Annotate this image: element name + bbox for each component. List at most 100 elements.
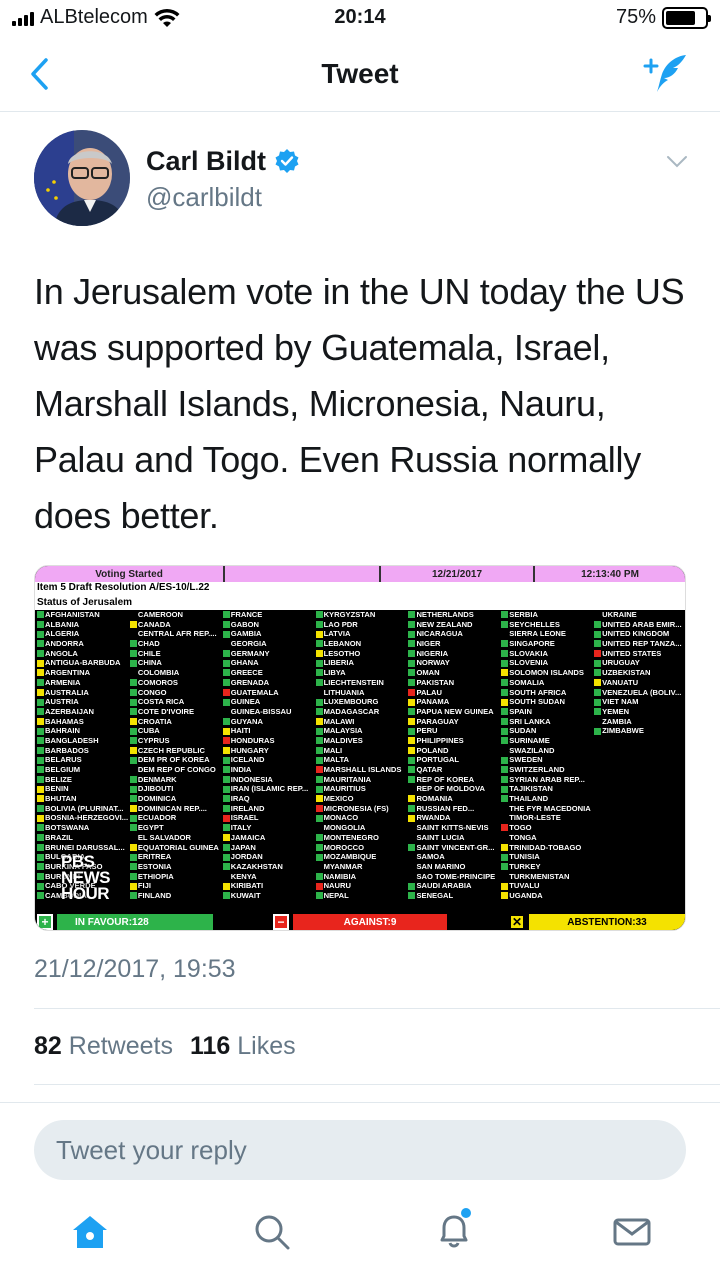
vote-abstain-icon bbox=[408, 795, 416, 803]
country-name: AZERBAIJAN bbox=[45, 706, 94, 716]
board-country-row: SENEGAL bbox=[408, 891, 501, 901]
vote-yes-icon bbox=[594, 630, 602, 638]
vote-abstain-icon bbox=[37, 688, 44, 696]
board-country-row: NORWAY bbox=[408, 658, 501, 668]
vote-yes-icon bbox=[501, 717, 509, 725]
notifications-icon[interactable] bbox=[432, 1208, 476, 1252]
board-country-row: SOUTH AFRICA bbox=[501, 688, 594, 698]
likes-count[interactable]: 116 bbox=[190, 1032, 230, 1060]
country-name: KYRGYZSTAN bbox=[323, 610, 376, 619]
divider bbox=[34, 1008, 720, 1009]
country-name: CYPRUS bbox=[137, 735, 170, 745]
board-country-row: SIERRA LEONE bbox=[501, 629, 594, 639]
likes-label[interactable]: Likes bbox=[237, 1032, 295, 1060]
board-country-row: GUINEA-BISSAU bbox=[223, 707, 316, 717]
status-bar: ALBtelecom 20:14 75% bbox=[0, 0, 720, 38]
divider bbox=[0, 1102, 720, 1103]
vote-yes-icon bbox=[222, 621, 230, 629]
country-name: LAO PDR bbox=[323, 619, 358, 629]
board-country-row: AUSTRIA bbox=[37, 697, 130, 707]
board-country-row: ICELAND bbox=[222, 755, 316, 765]
board-country-row: NAMIBIA bbox=[315, 872, 409, 882]
country-name: REP OF KOREA bbox=[416, 774, 475, 784]
board-country-row: EGYPT bbox=[129, 823, 223, 833]
vote-yes-icon bbox=[501, 785, 509, 793]
vote-yes-icon bbox=[222, 785, 230, 793]
board-country-row: JORDAN bbox=[222, 852, 316, 862]
home-icon[interactable] bbox=[70, 1212, 110, 1252]
country-name: GABON bbox=[230, 619, 259, 629]
country-name: SUDAN bbox=[509, 726, 537, 736]
vote-abstain-icon bbox=[37, 785, 44, 793]
retweets-label[interactable]: Retweets bbox=[69, 1032, 173, 1060]
vote-yes-icon bbox=[129, 785, 137, 793]
board-country-row: GREECE bbox=[222, 668, 316, 678]
chevron-down-icon[interactable] bbox=[666, 154, 688, 170]
vote-yes-icon bbox=[315, 611, 323, 619]
country-name: KAZAKHSTAN bbox=[230, 861, 283, 871]
compose-tweet-icon[interactable] bbox=[642, 52, 690, 94]
board-country-row: URUGUAY bbox=[594, 658, 685, 668]
board-country-row: IRAN (ISLAMIC REP... bbox=[222, 784, 316, 794]
country-name: HUNGARY bbox=[230, 745, 269, 755]
country-name: BOSNIA-HERZEGOVI... bbox=[45, 813, 129, 823]
board-country-row: PERU bbox=[408, 726, 501, 736]
board-country-row: NETHERLANDS bbox=[408, 610, 501, 620]
search-icon[interactable] bbox=[252, 1212, 292, 1252]
board-country-row: VENEZUELA (BOLIV... bbox=[594, 688, 685, 698]
vote-none-icon bbox=[594, 611, 601, 618]
country-name: GAMBIA bbox=[230, 629, 262, 639]
reply-input[interactable]: Tweet your reply bbox=[34, 1120, 686, 1180]
country-name: CHILE bbox=[137, 648, 161, 658]
vote-yes-icon bbox=[129, 708, 137, 716]
board-country-row: BOLIVIA (PLURINAT... bbox=[37, 804, 130, 814]
country-name: LIECHTENSTEIN bbox=[323, 677, 384, 687]
vote-yes-icon bbox=[594, 708, 602, 716]
author-name[interactable]: Carl Bildt bbox=[146, 146, 266, 177]
country-name: YEMEN bbox=[602, 706, 630, 716]
vote-yes-icon bbox=[315, 669, 323, 677]
country-name: SAN MARINO bbox=[416, 861, 466, 871]
vote-yes-icon bbox=[37, 708, 44, 716]
vote-yes-icon bbox=[315, 834, 323, 842]
country-name: RUSSIAN FED... bbox=[416, 803, 475, 813]
vote-abstain-icon bbox=[315, 630, 323, 638]
author-handle[interactable]: @carlbildt bbox=[146, 182, 262, 213]
vote-yes-icon bbox=[222, 611, 230, 619]
board-country-row: PHILIPPINES bbox=[408, 736, 501, 746]
country-name: COSTA RICA bbox=[137, 697, 185, 707]
country-name: MICRONESIA (FS) bbox=[323, 803, 389, 813]
country-name: MOZAMBIQUE bbox=[323, 852, 377, 862]
country-name: ETHIOPIA bbox=[137, 871, 174, 881]
tweet-media-vote-board[interactable]: Voting Started 12/21/2017 12:13:40 PM It… bbox=[34, 565, 686, 931]
retweets-count[interactable]: 82 bbox=[34, 1032, 62, 1060]
board-country-row: BRAZIL bbox=[37, 833, 130, 843]
country-name: BRUNEI DARUSSAL... bbox=[45, 842, 125, 852]
vote-yes-icon bbox=[222, 679, 230, 687]
country-name: NIGER bbox=[416, 639, 441, 649]
vote-abstain-icon bbox=[222, 834, 230, 842]
vote-yes-icon bbox=[315, 756, 323, 764]
messages-icon[interactable] bbox=[612, 1212, 652, 1252]
vote-yes-icon bbox=[408, 776, 416, 784]
country-name: TONGA bbox=[509, 832, 537, 842]
avatar[interactable] bbox=[34, 130, 130, 226]
board-country-row: SAO TOME-PRINCIPE bbox=[408, 872, 501, 882]
verified-badge-icon bbox=[275, 149, 299, 173]
vote-yes-icon bbox=[37, 746, 44, 754]
board-country-row: BOTSWANA bbox=[37, 823, 130, 833]
vote-yes-icon bbox=[408, 679, 416, 687]
country-name: URUGUAY bbox=[602, 658, 640, 668]
country-name: BARBADOS bbox=[45, 745, 89, 755]
vote-abstain-icon bbox=[129, 805, 137, 813]
board-country-row: PAPUA NEW GUINEA bbox=[408, 707, 501, 717]
board-country-row: BHUTAN bbox=[37, 794, 130, 804]
vote-yes-icon bbox=[315, 843, 323, 851]
board-column: SERBIA SEYCHELLES SIERRA LEONE SINGAPORE SLO… bbox=[501, 610, 594, 901]
vote-yes-icon bbox=[129, 863, 137, 871]
vote-abstain-icon bbox=[315, 717, 323, 725]
board-country-row: MOZAMBIQUE bbox=[315, 852, 409, 862]
vote-yes-icon bbox=[408, 727, 416, 735]
vote-abstain-icon bbox=[501, 843, 509, 851]
country-name: PANAMA bbox=[416, 697, 450, 707]
